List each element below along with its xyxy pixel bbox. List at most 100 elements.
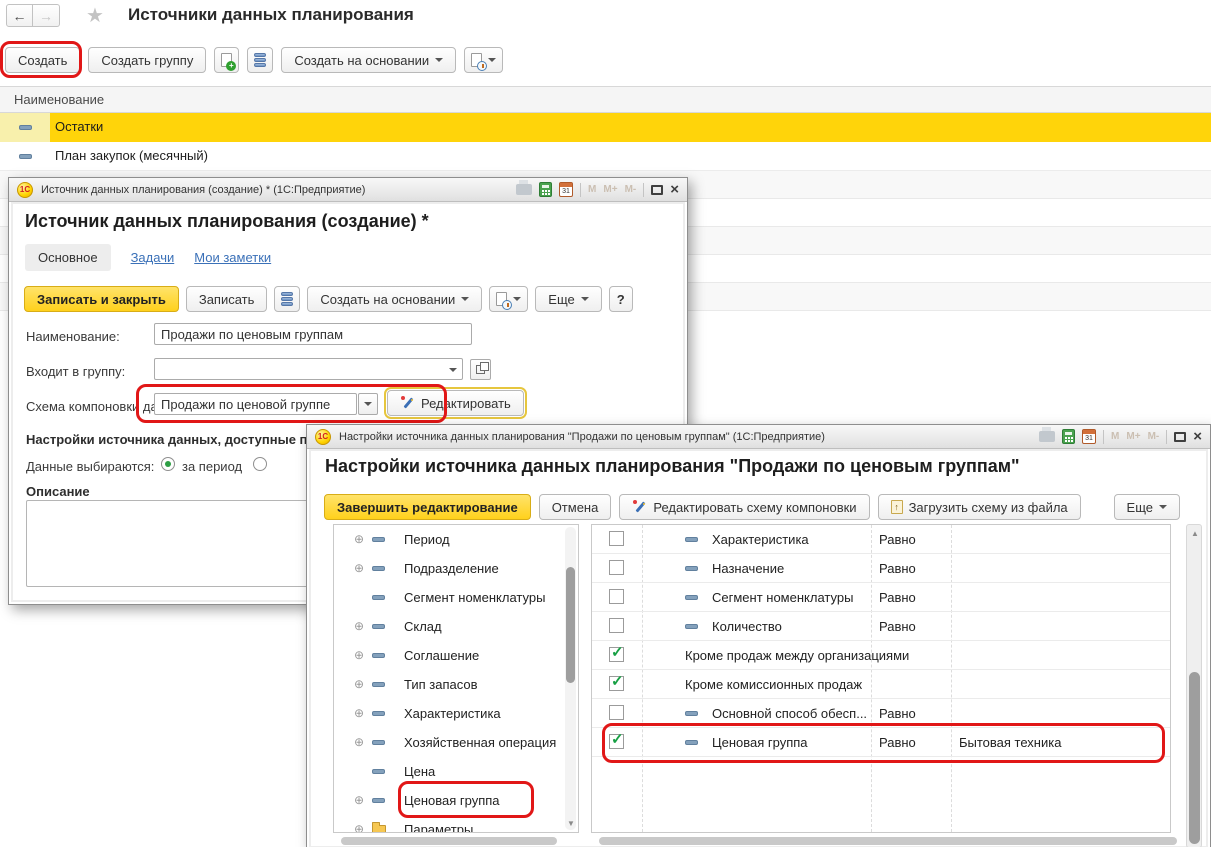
tree-item-period[interactable]: ⊕Период — [334, 525, 578, 554]
tree-scrollbar[interactable]: ▼ — [565, 527, 576, 830]
filter-row-except-commission[interactable]: ✓ Кроме комиссионных продаж — [592, 670, 1170, 699]
memory-button[interactable]: M — [1111, 431, 1119, 442]
scheme-input[interactable]: Продажи по ценовой группе — [154, 393, 357, 415]
create-button[interactable]: Создать — [5, 47, 80, 73]
filter-row-purpose[interactable]: Назначение Равно — [592, 554, 1170, 583]
dialog1-titlebar[interactable]: 1С Источник данных планирования (создани… — [9, 178, 687, 202]
filter-row-main-supply-method[interactable]: Основной способ обесп... Равно — [592, 699, 1170, 728]
tree-item-stock-type[interactable]: ⊕Тип запасов — [334, 670, 578, 699]
edit-composition-scheme-button[interactable]: Редактировать схему компоновки — [619, 494, 869, 520]
dash-icon — [372, 595, 385, 600]
calculator-icon[interactable] — [1062, 429, 1075, 444]
list-view-button[interactable] — [247, 47, 273, 73]
list-row[interactable]: План закупок (месячный) — [0, 142, 1211, 171]
filters-scrollbar-thumb[interactable] — [1189, 672, 1200, 844]
checkbox-checked[interactable]: ✓ — [609, 647, 624, 662]
calendar-icon[interactable]: 31 — [1082, 429, 1096, 444]
tree-item-characteristic[interactable]: ⊕Характеристика — [334, 699, 578, 728]
checkbox-checked[interactable]: ✓ — [609, 734, 624, 749]
expand-icon[interactable]: ⊕ — [354, 823, 364, 833]
checkbox-unchecked[interactable] — [609, 560, 624, 575]
copy-item-button[interactable]: + — [214, 47, 239, 73]
checkbox-checked[interactable]: ✓ — [609, 676, 624, 691]
memory-button[interactable]: M — [588, 184, 596, 195]
expand-icon[interactable]: ⊕ — [354, 533, 364, 545]
memory-minus-button[interactable]: M- — [1148, 431, 1160, 442]
tree-item-department[interactable]: ⊕Подразделение — [334, 554, 578, 583]
favorite-star-icon[interactable]: ★ — [86, 3, 104, 28]
more-button[interactable]: Еще — [1114, 494, 1180, 520]
save-button[interactable]: Записать — [186, 286, 268, 312]
tree-item-parameters[interactable]: ⊕Параметры — [334, 815, 578, 833]
create-group-button[interactable]: Создать группу — [88, 47, 206, 73]
radio-for-period[interactable] — [161, 457, 175, 471]
tree-item-warehouse[interactable]: ⊕Склад — [334, 612, 578, 641]
finish-editing-button[interactable]: Завершить редактирование — [324, 494, 531, 520]
calculator-icon[interactable] — [539, 182, 552, 197]
checkbox-unchecked[interactable] — [609, 705, 624, 720]
expand-icon[interactable]: ⊕ — [354, 736, 364, 748]
filters-scrollbar[interactable]: ▲ — [1186, 524, 1202, 847]
close-icon[interactable]: × — [670, 182, 679, 197]
filters-hscrollbar[interactable] — [599, 837, 1177, 845]
checkbox-unchecked[interactable] — [609, 531, 624, 546]
cancel-button[interactable]: Отмена — [539, 494, 612, 520]
filter-row-characteristic[interactable]: Характеристика Равно — [592, 525, 1170, 554]
radio-alternative[interactable] — [253, 457, 267, 471]
tab-tasks[interactable]: Задачи — [131, 244, 175, 271]
list-row-selected[interactable]: Остатки — [0, 113, 1211, 142]
expand-icon[interactable]: ⊕ — [354, 678, 364, 690]
group-input[interactable] — [154, 358, 463, 380]
calendar-icon[interactable]: 31 — [559, 182, 573, 197]
memory-plus-button[interactable]: M+ — [1126, 431, 1140, 442]
help-button[interactable]: ? — [609, 286, 633, 312]
filter-row-segment[interactable]: Сегмент номенклатуры Равно — [592, 583, 1170, 612]
list-view-button[interactable] — [274, 286, 300, 312]
name-input[interactable]: Продажи по ценовым группам — [154, 323, 472, 345]
scheme-dropdown-button[interactable] — [358, 393, 378, 415]
checkbox-unchecked[interactable] — [609, 589, 624, 604]
scroll-down-icon[interactable]: ▼ — [567, 819, 575, 828]
open-group-button[interactable] — [470, 359, 491, 380]
dialog2-titlebar[interactable]: 1С Настройки источника данных планирован… — [307, 425, 1210, 449]
checkbox-unchecked[interactable] — [609, 618, 624, 633]
printer-icon[interactable] — [516, 184, 532, 195]
create-based-on-button[interactable]: Создать на основании — [281, 47, 456, 73]
tree-item-agreement[interactable]: ⊕Соглашение — [334, 641, 578, 670]
memory-plus-button[interactable]: M+ — [603, 184, 617, 195]
expand-icon[interactable]: ⊕ — [354, 707, 364, 719]
tree-item-price[interactable]: Цена — [334, 757, 578, 786]
tab-my-notes[interactable]: Мои заметки — [194, 244, 271, 271]
expand-icon[interactable]: ⊕ — [354, 620, 364, 632]
memory-minus-button[interactable]: M- — [625, 184, 637, 195]
tab-main[interactable]: Основное — [25, 244, 111, 271]
tree-hscrollbar[interactable] — [341, 837, 557, 845]
maximize-icon[interactable] — [1174, 432, 1186, 442]
save-and-close-button[interactable]: Записать и закрыть — [24, 286, 179, 312]
report-button[interactable] — [464, 47, 503, 73]
new-document-icon: + — [221, 53, 232, 67]
forward-button[interactable]: → — [33, 4, 60, 27]
scroll-up-icon[interactable]: ▲ — [1191, 529, 1199, 538]
create-based-on-button[interactable]: Создать на основании — [307, 286, 482, 312]
expand-icon[interactable]: ⊕ — [354, 649, 364, 661]
more-button[interactable]: Еще — [535, 286, 601, 312]
edit-scheme-button[interactable]: Редактировать — [387, 390, 524, 416]
printer-icon[interactable] — [1039, 431, 1055, 442]
tree-item-price-group[interactable]: ⊕Ценовая группа — [334, 786, 578, 815]
close-icon[interactable]: × — [1193, 429, 1202, 444]
tree-scrollbar-thumb[interactable] — [566, 567, 575, 683]
tree-item-business-operation[interactable]: ⊕Хозяйственная операция — [334, 728, 578, 757]
expand-icon[interactable]: ⊕ — [354, 562, 364, 574]
maximize-icon[interactable] — [651, 185, 663, 195]
filter-row-price-group[interactable]: ✓ Ценовая группа Равно Бытовая техника — [592, 728, 1170, 757]
load-scheme-button[interactable]: ↑ Загрузить схему из файла — [878, 494, 1081, 520]
report-button[interactable] — [489, 286, 528, 312]
expand-icon[interactable]: ⊕ — [354, 794, 364, 806]
filter-row-except-intercompany[interactable]: ✓ Кроме продаж между организациями — [592, 641, 1170, 670]
chevron-down-icon[interactable] — [449, 368, 457, 372]
list-column-header[interactable]: Наименование — [0, 86, 1211, 113]
tree-item-segment[interactable]: Сегмент номенклатуры — [334, 583, 578, 612]
filter-row-quantity[interactable]: Количество Равно — [592, 612, 1170, 641]
back-button[interactable]: ← — [6, 4, 33, 27]
